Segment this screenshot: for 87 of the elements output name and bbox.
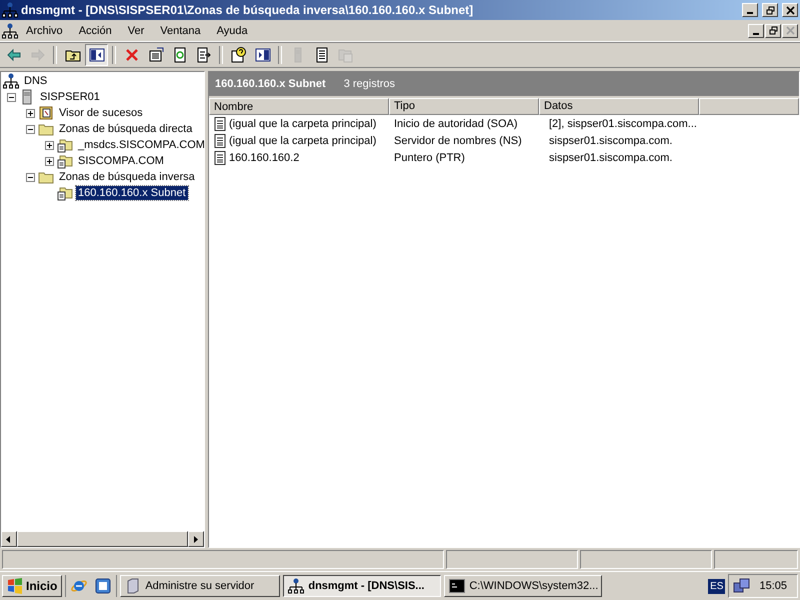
collapse-button[interactable]	[26, 172, 35, 182]
scrollbar-thumb[interactable]	[17, 531, 188, 547]
export-list-icon	[196, 47, 212, 63]
menu-item[interactable]: Archivo	[18, 22, 71, 38]
right-arrow-icon	[193, 536, 199, 542]
details-title: 160.160.160.x Subnet	[215, 78, 326, 90]
column-header[interactable]: Datos	[539, 98, 699, 115]
table-cell: sispser01.siscompa.com.	[549, 134, 672, 146]
mail-app-icon[interactable]	[94, 577, 112, 595]
table-cell: (igual que la carpeta principal)	[229, 118, 376, 130]
expand-button[interactable]	[45, 156, 54, 166]
plus-icon	[46, 158, 53, 164]
action-pane-icon	[254, 47, 270, 63]
tree-item[interactable]: SISPSER01	[38, 90, 102, 104]
network-computers-icon[interactable]	[733, 578, 752, 594]
scroll-right-button[interactable]	[188, 531, 204, 547]
zone-folder-icon	[57, 185, 73, 201]
window-title: dnsmgmt - [DNS\SISPSER01\Zonas de búsqueda inversa\160.160.160.x Subnet]	[21, 3, 474, 17]
close-button[interactable]	[782, 24, 798, 38]
back-arrow-icon	[6, 47, 22, 63]
properties-icon	[148, 47, 164, 63]
column-header[interactable]: Tipo	[389, 98, 539, 115]
document-icon	[2, 22, 18, 38]
tree-item[interactable]: _msdcs.SISCOMPA.COM	[76, 138, 207, 152]
table-cell: sispser01.siscompa.com.	[549, 152, 672, 164]
restore-button[interactable]	[762, 3, 778, 17]
table-cell: (igual que la carpeta principal)	[229, 134, 376, 146]
tree-item[interactable]: Zonas de búsqueda directa	[57, 122, 194, 136]
table-cell: Inicio de autoridad (SOA)	[394, 118, 518, 130]
record-icon	[214, 116, 226, 130]
collapse-button[interactable]	[7, 92, 16, 102]
plus-icon	[46, 142, 53, 148]
windows-flag-icon	[7, 578, 23, 594]
taskbar-button[interactable]: C:\WINDOWS\system32...	[444, 575, 602, 597]
column-header[interactable]: Nombre	[209, 98, 389, 115]
table-cell: Puntero (PTR)	[394, 152, 465, 164]
zone-folder-icon	[57, 153, 73, 169]
restore-icon	[766, 6, 774, 14]
toolbar-button[interactable]	[85, 44, 108, 66]
taskbar-button[interactable]: dnsmgmt - [DNS\SIS...	[283, 575, 442, 597]
delete-icon	[124, 47, 140, 63]
network-icon	[288, 578, 304, 594]
forward-arrow-icon	[30, 47, 46, 63]
table-cell: 160.160.160.2	[229, 152, 300, 164]
tree-item[interactable]: 160.160.160.x Subnet	[76, 186, 188, 200]
tree-item[interactable]: SISCOMPA.COM	[76, 154, 166, 168]
menu-item[interactable]: Acción	[70, 22, 120, 38]
taskbar-button[interactable]: Administre su servidor	[120, 575, 280, 597]
left-arrow-icon	[6, 536, 12, 542]
plus-icon	[27, 110, 34, 116]
table-cell: Servidor de nombres (NS)	[394, 134, 522, 146]
event-viewer-icon	[38, 105, 54, 121]
domain-folder-icon	[338, 47, 354, 63]
close-icon	[786, 6, 794, 14]
app-icon	[2, 2, 18, 18]
minimize-icon	[753, 32, 759, 34]
record-icon	[314, 47, 330, 63]
tree-item[interactable]: Visor de sucesos	[57, 106, 145, 120]
refresh-icon	[172, 47, 188, 63]
minimize-icon	[747, 12, 753, 14]
record-count: 3 registros	[344, 78, 396, 90]
clock: 15:05	[759, 580, 787, 592]
expand-button[interactable]	[26, 108, 35, 118]
minimize-button[interactable]	[748, 24, 764, 38]
language-indicator[interactable]: ES	[708, 578, 726, 594]
menu-item[interactable]: Ventana	[152, 22, 209, 38]
restore-icon	[768, 26, 778, 35]
console-icon	[449, 579, 466, 593]
restore-button[interactable]	[765, 24, 781, 38]
help-icon	[230, 47, 246, 63]
start-button[interactable]: Inicio	[2, 575, 62, 597]
close-icon	[786, 26, 794, 35]
pane-toggle-icon	[88, 47, 104, 63]
close-button[interactable]	[782, 3, 798, 17]
menu-item[interactable]: Ver	[120, 22, 152, 38]
table-cell: [2], sispser01.siscompa.com...	[549, 118, 697, 130]
record-icon	[214, 134, 226, 148]
record-icon	[214, 150, 226, 164]
server-icon	[125, 578, 142, 594]
tree-item[interactable]: Zonas de búsqueda inversa	[57, 170, 197, 184]
tree-item[interactable]: DNS	[22, 74, 50, 88]
zone-folder-icon	[57, 137, 73, 153]
collapse-button[interactable]	[26, 124, 35, 134]
menu-item[interactable]: Ayuda	[208, 22, 256, 38]
scroll-left-button[interactable]	[1, 531, 17, 547]
expand-button[interactable]	[45, 140, 54, 150]
minimize-button[interactable]	[742, 3, 758, 17]
